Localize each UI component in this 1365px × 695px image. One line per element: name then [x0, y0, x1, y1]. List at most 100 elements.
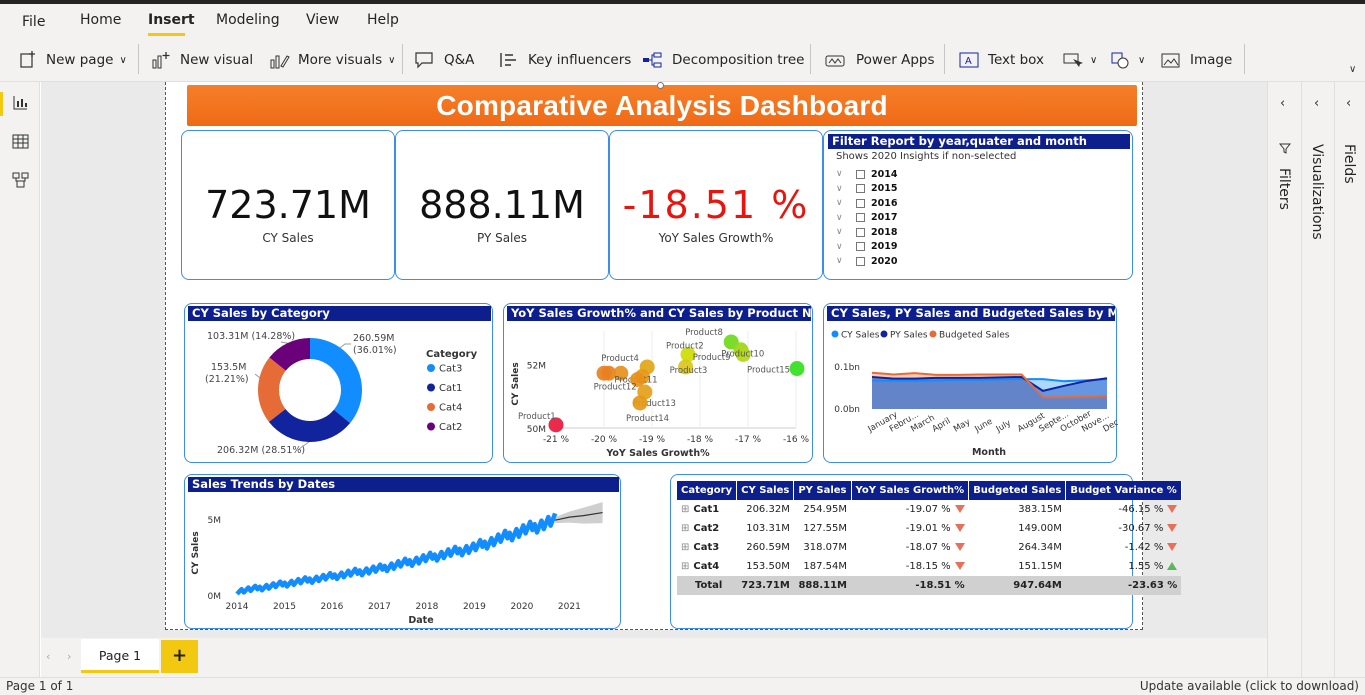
new-page-button[interactable]: New page ∨ [18, 49, 127, 71]
year-slicer[interactable]: Filter Report by year,quater and month S… [823, 130, 1133, 280]
checkbox[interactable] [856, 213, 865, 223]
qa-button[interactable]: Q&A [414, 49, 474, 71]
donut-card[interactable]: CY Sales by Category 103.31M (14.28%) 26… [184, 303, 493, 463]
ribbon-divider [402, 44, 403, 74]
ribbon-collapse-icon[interactable]: ∨ [1349, 64, 1356, 75]
line-cy-sales [235, 512, 558, 596]
column-header[interactable]: YoY Sales Growth% [851, 481, 970, 500]
slicer-item-2016[interactable]: ∨ 2016 [836, 196, 897, 211]
power-apps-button[interactable]: Power Apps [824, 49, 935, 71]
ribbon-divider [138, 44, 139, 74]
column-header[interactable]: Budget Variance % [1065, 481, 1182, 500]
down-arrow-icon [954, 524, 965, 532]
table-cell: 1.55 % [1066, 557, 1181, 576]
checkbox[interactable] [856, 169, 865, 179]
kpi-yoy-label: YoY Sales Growth% [658, 231, 774, 245]
kpi-card-py-sales[interactable]: 888.11M PY Sales [395, 130, 609, 280]
scatter-y-tick: 52M [527, 361, 546, 371]
expand-icon[interactable]: ⊞ [681, 523, 689, 534]
slicer-item-2014[interactable]: ∨ 2014 [836, 167, 897, 182]
decomposition-tree-button[interactable]: Decomposition tree [642, 49, 804, 71]
menu-modeling[interactable]: Modeling [216, 12, 280, 28]
slicer-item-2018[interactable]: ∨ 2018 [836, 225, 897, 240]
next-page-icon[interactable]: › [67, 650, 71, 663]
line-card[interactable]: Sales Trends by Dates Date CY Sales 2014… [184, 474, 621, 629]
scatter-card[interactable]: YoY Sales Growth% and CY Sales by Produc… [503, 303, 813, 463]
column-header[interactable]: Budgeted Sales [968, 481, 1067, 500]
checkbox[interactable] [856, 227, 865, 237]
fields-pane[interactable]: ‹ Fields [1334, 82, 1365, 678]
forecast-band [555, 502, 603, 524]
add-page-button[interactable]: + [161, 640, 198, 673]
column-header[interactable]: PY Sales [793, 481, 852, 500]
scatter-point-product14 [632, 395, 648, 411]
model-view-icon[interactable] [12, 171, 29, 188]
new-visual-button[interactable]: New visual [150, 49, 253, 71]
matrix-card[interactable]: Category CY Sales PY Sales YoY Sales Growth… [670, 474, 1182, 629]
menu-file[interactable]: File [22, 14, 45, 30]
menu-help[interactable]: Help [367, 12, 399, 28]
area-card[interactable]: CY Sales, PY Sales and Budgeted Sales by… [823, 303, 1118, 463]
image-button[interactable]: Image [1160, 49, 1232, 71]
chevron-left-icon[interactable]: ‹ [1280, 96, 1285, 111]
buttons-dropdown[interactable]: ∨ [1062, 49, 1097, 71]
line-xlabel: Date [408, 615, 433, 626]
more-visuals-icon [270, 55, 290, 69]
chevron-down-icon[interactable]: ∨ [836, 242, 850, 252]
chevron-down-icon[interactable]: ∨ [836, 256, 850, 266]
scatter-ylabel: CY Sales [511, 362, 521, 405]
chevron-left-icon[interactable]: ‹ [1314, 96, 1319, 111]
column-header[interactable]: Category [677, 481, 738, 500]
menu-view[interactable]: View [306, 12, 339, 28]
slicer-item-2017[interactable]: ∨ 2017 [836, 211, 897, 226]
table-cell-value: Cat3 [693, 542, 720, 553]
table-cell-value: 723.71M [741, 580, 790, 591]
filter-icon [1279, 143, 1291, 154]
menu-home[interactable]: Home [80, 12, 121, 28]
slicer-item-2020[interactable]: ∨ 2020 [836, 254, 897, 269]
expand-icon[interactable]: ⊞ [681, 561, 689, 572]
checkbox[interactable] [856, 242, 865, 252]
chevron-down-icon[interactable]: ∨ [836, 213, 850, 223]
page-tab-page1[interactable]: Page 1 [81, 639, 159, 673]
checkbox[interactable] [856, 256, 865, 266]
table-cell: 153.50M [737, 557, 794, 576]
table-cell: 151.15M [969, 557, 1066, 576]
chevron-down-icon[interactable]: ∨ [836, 198, 850, 208]
chevron-left-icon[interactable]: ‹ [1346, 96, 1351, 111]
shapes-dropdown[interactable]: ∨ [1110, 49, 1145, 71]
key-influencers-button[interactable]: Key influencers [498, 49, 631, 71]
checkbox[interactable] [856, 198, 865, 208]
report-view-icon[interactable] [12, 94, 29, 111]
data-view-icon[interactable] [12, 133, 29, 150]
menu-insert[interactable]: Insert [148, 12, 195, 28]
slicer-item-2015[interactable]: ∨ 2015 [836, 182, 897, 197]
status-bar: Page 1 of 1 Update available (click to d… [0, 677, 1365, 695]
table-cell: -19.01 % [851, 519, 969, 538]
area-y-tick: 0.0bn [834, 405, 860, 415]
donut-legend-title: Category [426, 349, 478, 360]
checkbox[interactable] [856, 184, 865, 194]
kpi-card-cy-sales[interactable]: 723.71M CY Sales [181, 130, 395, 280]
chevron-down-icon[interactable]: ∨ [836, 227, 850, 237]
up-arrow-icon [1167, 562, 1178, 570]
expand-icon[interactable]: ⊞ [681, 504, 689, 515]
column-header[interactable]: CY Sales [736, 481, 795, 500]
scatter-x-tick: -21 % [543, 435, 570, 445]
update-available-link[interactable]: Update available (click to download) [1140, 679, 1359, 693]
slicer-subtitle: Shows 2020 Insights if non-selected [836, 151, 1017, 162]
filters-pane[interactable]: ‹ Filters [1267, 82, 1301, 678]
chevron-down-icon[interactable]: ∨ [836, 169, 850, 179]
donut-label-cat4-value: 153.5M [211, 362, 246, 373]
line-y-tick: 0M [208, 592, 222, 602]
kpi-card-yoy-growth[interactable]: -18.51 % YoY Sales Growth% [609, 130, 823, 280]
prev-page-icon[interactable]: ‹ [46, 650, 50, 663]
slicer-item-2019[interactable]: ∨ 2019 [836, 240, 897, 255]
visualizations-pane[interactable]: ‹ Visualizations [1301, 82, 1334, 678]
expand-icon[interactable]: ⊞ [681, 542, 689, 553]
table-cell: -18.15 % [851, 557, 969, 576]
more-visuals-button[interactable]: More visuals ∨ [268, 49, 395, 71]
text-box-button[interactable]: A Text box [958, 49, 1044, 71]
chevron-down-icon[interactable]: ∨ [836, 184, 850, 194]
resize-handle[interactable] [657, 82, 664, 89]
